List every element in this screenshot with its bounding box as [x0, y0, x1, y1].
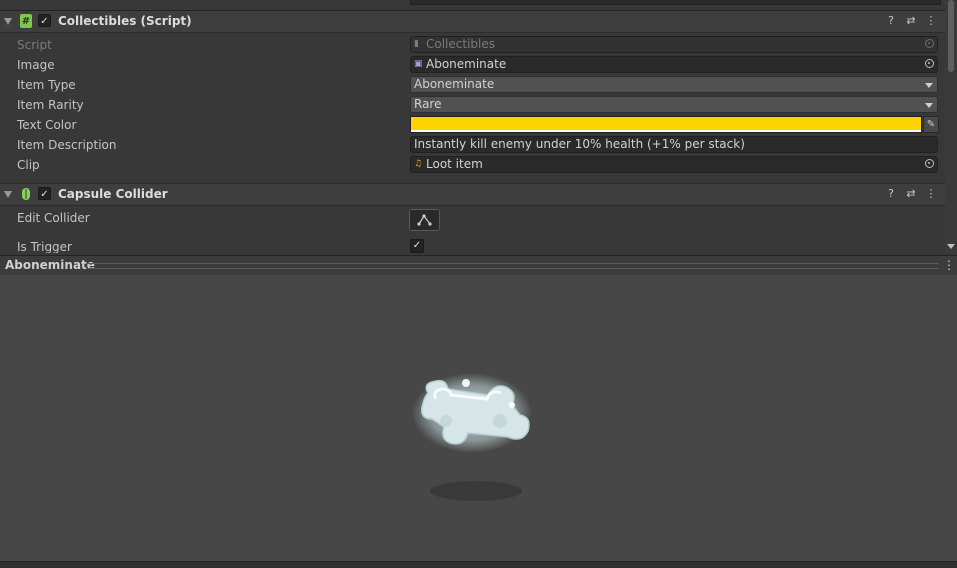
capsule-collider-component-header[interactable]: ✓ Capsule Collider ? ⇄ ⋮ [0, 183, 945, 206]
capsule-collider-component-title: Capsule Collider [58, 187, 168, 201]
presets-icon[interactable]: ⇄ [904, 187, 918, 201]
edit-collider-button[interactable] [409, 209, 440, 231]
eyedropper-icon[interactable]: ✎ [923, 116, 939, 133]
item-rarity-value: Rare [414, 97, 442, 111]
text-color-field[interactable] [410, 116, 922, 133]
item-rarity-label: Item Rarity [17, 98, 84, 112]
is-trigger-checkbox[interactable]: ✓ [410, 239, 424, 253]
scrollbar-thumb[interactable] [948, 0, 954, 72]
scroll-down-arrow-icon[interactable] [947, 244, 955, 249]
clip-row: Clip ♫ Loot item [0, 155, 945, 175]
clip-value: Loot item [426, 157, 483, 171]
inspector-panel: # ✓ Collectibles (Script) ? ⇄ ⋮ Script ▮… [0, 0, 945, 253]
edit-collider-row: Edit Collider [0, 208, 945, 228]
item-description-label: Item Description [17, 138, 117, 152]
preview-menu-icon[interactable]: ⋮ [943, 257, 955, 273]
hash-script-icon: # [20, 14, 32, 28]
sprite-icon: ▣ [414, 59, 423, 69]
previous-component-edge [0, 0, 945, 11]
preview-header[interactable]: Aboneminate ⋮ [0, 255, 957, 276]
item-description-row: Item Description Instantly kill enemy un… [0, 135, 945, 155]
object-picker-icon[interactable] [925, 59, 934, 68]
collectibles-component-title: Collectibles (Script) [58, 14, 192, 28]
help-icon[interactable]: ? [884, 187, 898, 201]
preview-area[interactable] [0, 275, 957, 561]
preview-title: Aboneminate [5, 258, 95, 272]
collectibles-enabled-checkbox[interactable]: ✓ [38, 14, 51, 27]
presets-icon[interactable]: ⇄ [904, 14, 918, 28]
item-rarity-row: Item Rarity Rare [0, 95, 945, 115]
color-swatch [411, 117, 921, 130]
previous-field-edge [410, 0, 941, 5]
image-row: Image ▣ Aboneminate [0, 55, 945, 75]
is-trigger-label: Is Trigger [17, 240, 72, 253]
edit-collider-label: Edit Collider [17, 211, 90, 225]
script-row: Script ▮ Collectibles [0, 35, 945, 55]
chevron-down-icon [925, 83, 933, 88]
item-shadow [430, 481, 522, 501]
help-icon[interactable]: ? [884, 14, 898, 28]
clip-field[interactable]: ♫ Loot item [410, 156, 938, 173]
audio-clip-icon: ♫ [414, 159, 423, 169]
capsule-collider-icon [20, 187, 32, 201]
object-picker-icon [925, 39, 934, 48]
inspector-scrollbar[interactable] [945, 0, 957, 253]
component-menu-icon[interactable]: ⋮ [924, 14, 938, 28]
script-field: ▮ Collectibles [410, 36, 938, 53]
script-value: Collectibles [426, 37, 495, 51]
component-menu-icon[interactable]: ⋮ [924, 187, 938, 201]
text-color-label: Text Color [17, 118, 77, 132]
script-file-icon: ▮ [414, 39, 419, 49]
is-trigger-row: Is Trigger [0, 237, 945, 253]
bone-item-model [412, 373, 532, 453]
item-type-label: Item Type [17, 78, 76, 92]
item-preview-render [412, 373, 532, 501]
edit-collider-icon [417, 214, 432, 226]
foldout-arrow-icon[interactable] [4, 191, 12, 198]
script-label: Script [17, 38, 52, 52]
image-value: Aboneminate [426, 57, 507, 71]
image-field[interactable]: ▣ Aboneminate [410, 56, 938, 73]
item-description-field[interactable]: Instantly kill enemy under 10% health (+… [410, 136, 938, 153]
item-type-value: Aboneminate [414, 77, 495, 91]
drag-handle[interactable] [88, 263, 939, 269]
item-rarity-dropdown[interactable]: Rare [410, 96, 938, 113]
item-type-dropdown[interactable]: Aboneminate [410, 76, 938, 93]
capsule-collider-enabled-checkbox[interactable]: ✓ [38, 187, 51, 200]
item-type-row: Item Type Aboneminate [0, 75, 945, 95]
object-picker-icon[interactable] [925, 159, 934, 168]
clip-label: Clip [17, 158, 40, 172]
foldout-arrow-icon[interactable] [4, 18, 12, 25]
collectibles-component-header[interactable]: # ✓ Collectibles (Script) ? ⇄ ⋮ [0, 11, 945, 33]
image-label: Image [17, 58, 55, 72]
chevron-down-icon [925, 103, 933, 108]
